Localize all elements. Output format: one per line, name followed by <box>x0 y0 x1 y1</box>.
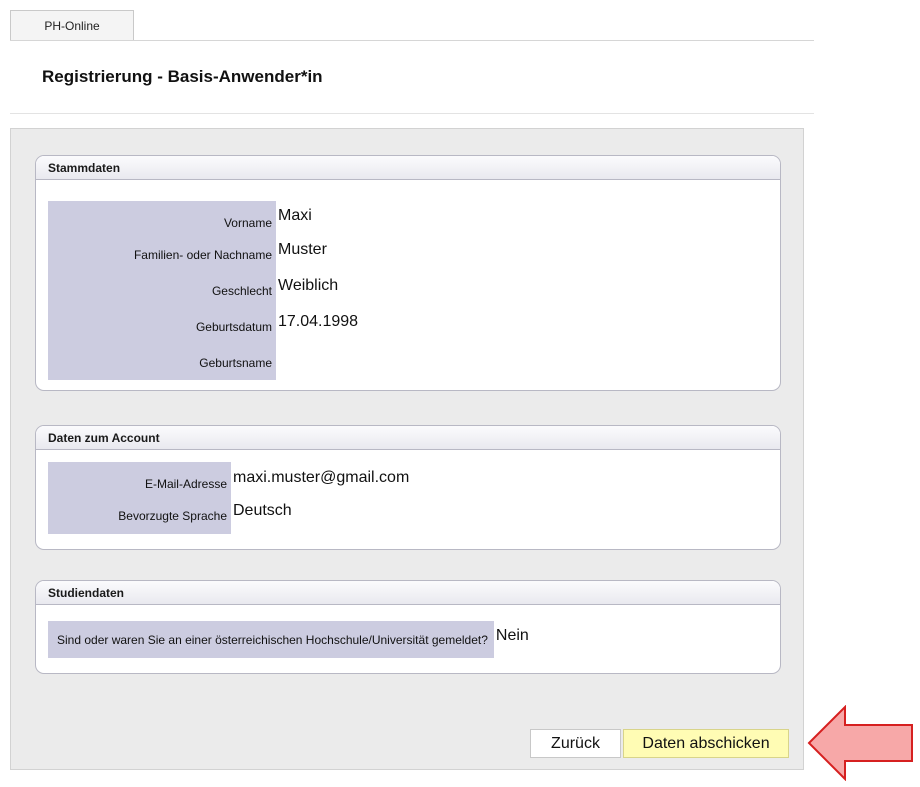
field-row-nachname: Familien- oder Nachname Muster <box>48 237 327 273</box>
field-row-geburtsname: Geburtsname <box>48 345 278 380</box>
field-label: Bevorzugte Sprache <box>48 498 231 534</box>
tab-ph-online[interactable]: PH-Online <box>10 10 134 41</box>
field-row-geburtsdatum: Geburtsdatum 17.04.1998 <box>48 309 358 345</box>
submit-button[interactable]: Daten abschicken <box>623 729 789 758</box>
page-title: Registrierung - Basis-Anwender*in <box>42 67 323 86</box>
field-value: Weiblich <box>278 277 339 294</box>
field-row-vorname: Vorname Maxi <box>48 201 312 237</box>
field-value: Maxi <box>278 207 312 224</box>
field-row-sprache: Bevorzugte Sprache Deutsch <box>48 498 292 534</box>
field-label: E-Mail-Adresse <box>48 462 231 498</box>
page: PH-Online Registrierung - Basis-Anwender… <box>0 0 920 787</box>
left-arrow-icon <box>807 705 913 781</box>
back-button[interactable]: Zurück <box>530 729 621 758</box>
field-value: Deutsch <box>233 502 292 519</box>
section-title: Stammdaten <box>36 156 780 180</box>
field-row-email: E-Mail-Adresse maxi.muster@gmail.com <box>48 462 409 498</box>
field-label: Vorname <box>48 201 276 237</box>
field-label: Geburtsname <box>48 345 276 380</box>
registration-panel: Stammdaten Vorname Maxi Familien- oder N… <box>10 128 804 770</box>
field-label: Familien- oder Nachname <box>48 237 276 273</box>
field-row-geschlecht: Geschlecht Weiblich <box>48 273 338 309</box>
field-label: Sind oder waren Sie an einer österreichi… <box>48 621 494 658</box>
field-value: maxi.muster@gmail.com <box>233 469 410 486</box>
field-row-hochschule: Sind oder waren Sie an einer österreichi… <box>48 621 529 658</box>
field-value: Muster <box>278 241 327 258</box>
section-studiendaten: Studiendaten Sind oder waren Sie an eine… <box>35 580 781 674</box>
section-stammdaten: Stammdaten Vorname Maxi Familien- oder N… <box>35 155 781 391</box>
field-value <box>276 345 278 380</box>
field-label: Geburtsdatum <box>48 309 276 345</box>
field-label: Geschlecht <box>48 273 276 309</box>
page-header: Registrierung - Basis-Anwender*in <box>10 40 814 114</box>
field-value: 17.04.1998 <box>278 313 359 330</box>
section-title: Studiendaten <box>36 581 780 605</box>
section-title: Daten zum Account <box>36 426 780 450</box>
section-account: Daten zum Account E-Mail-Adresse maxi.mu… <box>35 425 781 550</box>
field-value: Nein <box>495 627 529 644</box>
